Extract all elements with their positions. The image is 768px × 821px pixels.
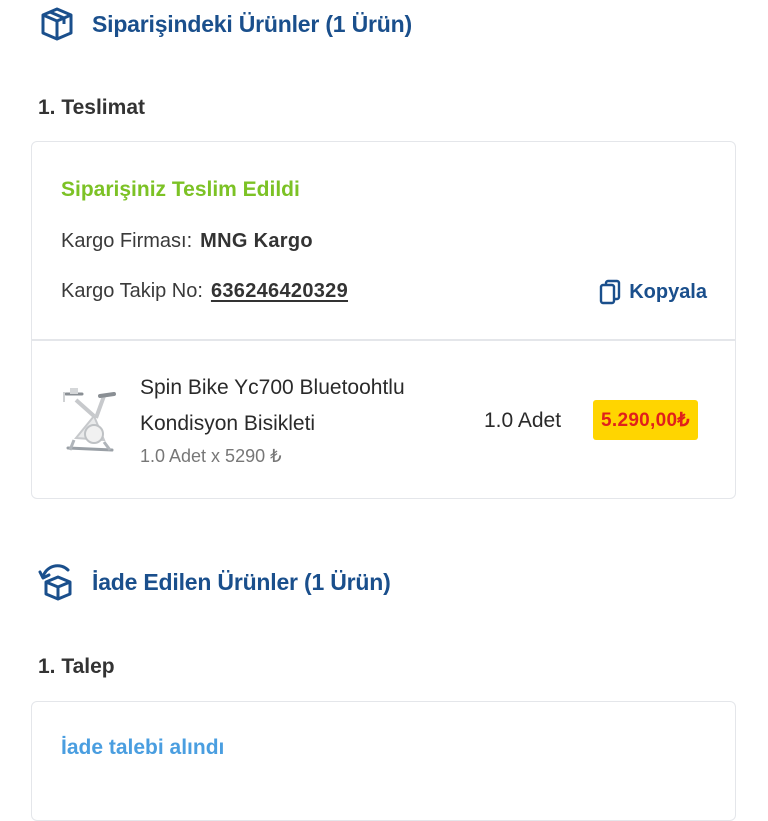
- returned-products-title: İade Edilen Ürünler (1 Ürün): [92, 568, 391, 595]
- package-icon: [38, 5, 76, 43]
- card-divider: [32, 339, 735, 341]
- delivery-status: Siparişiniz Teslim Edildi: [61, 178, 300, 201]
- return-package-icon: [38, 563, 76, 601]
- ordered-products-header: Siparişindeki Ürünler (1 Ürün): [38, 5, 412, 43]
- copy-icon: [599, 279, 623, 305]
- return-status: İade talebi alındı: [61, 736, 225, 759]
- product-image[interactable]: [54, 376, 134, 460]
- product-unit-detail: 1.0 Adet x 5290 ₺: [140, 446, 282, 466]
- tracking-row: Kargo Takip No: 636246420329: [61, 280, 348, 303]
- request-step-label: 1. Talep: [38, 655, 115, 678]
- returned-products-header: İade Edilen Ürünler (1 Ürün): [38, 563, 391, 601]
- tracking-number-link[interactable]: 636246420329: [211, 280, 348, 303]
- product-quantity: 1.0 Adet: [484, 409, 562, 432]
- carrier-row: Kargo Firması: MNG Kargo: [61, 230, 313, 253]
- copy-label: Kopyala: [629, 280, 707, 303]
- product-price-badge: 5.290,00₺: [593, 400, 698, 440]
- carrier-value: MNG Kargo: [200, 230, 313, 252]
- carrier-label: Kargo Firması:: [61, 230, 193, 252]
- product-name-link[interactable]: Spin Bike Yc700 Bluetoohtlu Kondisyon Bi…: [140, 370, 470, 442]
- tracking-label: Kargo Takip No:: [61, 280, 203, 302]
- return-card: İade talebi alındı: [31, 701, 736, 821]
- delivery-step-label: 1. Teslimat: [38, 96, 145, 119]
- ordered-products-title: Siparişindeki Ürünler (1 Ürün): [92, 10, 412, 37]
- delivery-card: Siparişiniz Teslim Edildi Kargo Firması:…: [31, 141, 736, 499]
- copy-tracking-button[interactable]: Kopyala: [599, 279, 707, 305]
